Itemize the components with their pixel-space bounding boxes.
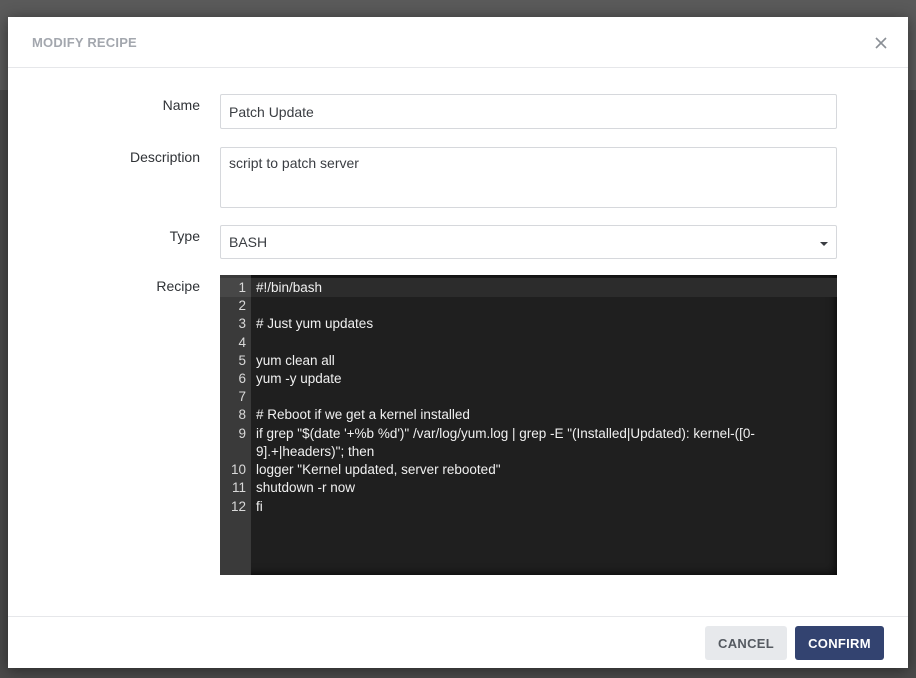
code-text: yum clean all <box>256 352 335 368</box>
code-text: shutdown -r now <box>256 480 356 496</box>
code-text: yum -y update <box>256 371 342 386</box>
confirm-button[interactable]: CONFIRM <box>795 626 884 660</box>
recipe-code-editor[interactable]: 1 #!/bin/bash 2 3 # Just yum updates 4 5 yum cl… <box>220 275 837 575</box>
close-icon <box>875 37 887 49</box>
code-text: fi <box>256 498 263 514</box>
line-number: 4 <box>238 334 246 350</box>
modal-header: MODIFY RECIPE <box>8 17 908 68</box>
modify-recipe-dialog: MODIFY RECIPE Name Patch Update Descript… <box>8 17 908 668</box>
code-text: if grep "$(date '+%b %d')" /var/log/yum.… <box>256 425 755 459</box>
line-number: 11 <box>231 480 246 496</box>
close-button[interactable] <box>870 32 892 54</box>
type-select-value: BASH <box>229 234 268 250</box>
line-number: 12 <box>230 498 246 514</box>
line-number: 3 <box>238 316 246 332</box>
line-number: 2 <box>238 298 246 314</box>
line-number: 5 <box>238 352 246 368</box>
name-label: Name <box>162 97 200 113</box>
line-number: 8 <box>238 407 246 423</box>
description-label: Description <box>129 149 200 165</box>
code-text: # Reboot if we get a kernel installed <box>256 407 470 423</box>
line-number: 9 <box>238 425 246 441</box>
chevron-down-icon <box>820 242 828 246</box>
type-label: Type <box>169 228 200 244</box>
description-value: script to patch server <box>229 155 359 171</box>
cancel-button[interactable]: CANCEL <box>705 626 787 660</box>
recipe-label: Recipe <box>156 278 200 294</box>
name-input[interactable]: Patch Update <box>220 94 837 129</box>
type-select[interactable]: BASH <box>220 225 837 259</box>
modal-footer: CANCEL CONFIRM <box>8 616 908 668</box>
line-number: 6 <box>238 371 246 386</box>
line-number: 7 <box>238 389 246 405</box>
description-textarea[interactable]: script to patch server <box>220 147 837 208</box>
modal-title: MODIFY RECIPE <box>32 35 137 50</box>
name-input-value: Patch Update <box>229 103 314 120</box>
code-text: #!/bin/bash <box>256 280 323 295</box>
code-text: logger "Kernel updated, server rebooted" <box>256 462 501 478</box>
line-number: 10 <box>230 462 246 478</box>
line-number: 1 <box>238 280 246 295</box>
code-text: # Just yum updates <box>256 316 374 332</box>
